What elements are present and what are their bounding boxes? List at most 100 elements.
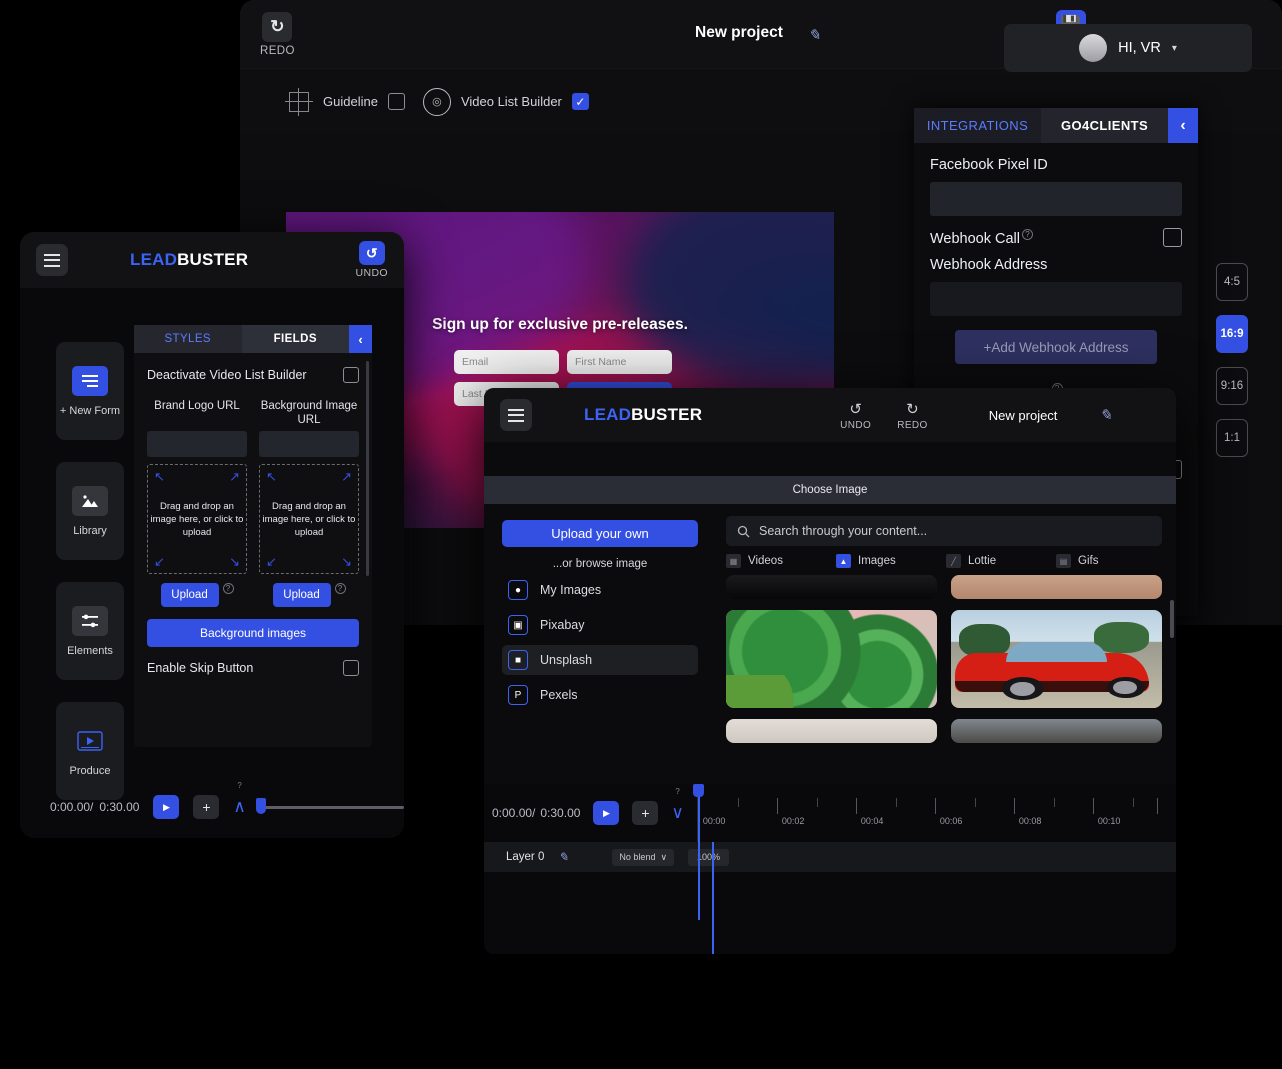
redo-icon: ↻ xyxy=(906,400,919,418)
help-icon[interactable]: ? xyxy=(237,781,241,790)
deactivate-vlb-checkbox[interactable] xyxy=(343,367,359,383)
check-glyph: ✓ xyxy=(575,94,586,109)
facebook-pixel-input[interactable] xyxy=(930,182,1182,216)
tab-styles[interactable]: STYLES xyxy=(134,325,242,353)
tab-go4clients[interactable]: GO4CLIENTS xyxy=(1041,108,1168,143)
source-pixabay[interactable]: ▣ Pixabay xyxy=(502,610,698,640)
media-type-tabs: ▦ Videos ▲ Images ╱ Lottie ▤ Gifs xyxy=(726,554,1162,568)
blend-mode-label: No blend xyxy=(619,852,656,862)
background-images-button[interactable]: Background images xyxy=(147,619,359,647)
play-button[interactable]: ▶ xyxy=(593,801,620,825)
thumbnail-hand-partial-bottom-left[interactable] xyxy=(726,719,937,743)
redo-button[interactable]: ↻ REDO xyxy=(897,400,928,431)
thumbnail-dark-partial-top-left[interactable] xyxy=(726,575,937,599)
redo-button[interactable]: ↻ REDO xyxy=(260,11,295,57)
results-scrollbar[interactable] xyxy=(1170,600,1174,638)
add-layer-button[interactable]: + xyxy=(632,801,659,825)
source-pexels[interactable]: P Pexels xyxy=(502,680,698,710)
pixabay-icon: ▣ xyxy=(508,615,528,635)
upload-your-own-button[interactable]: Upload your own xyxy=(502,520,698,547)
thumbnail-skin-partial-top-right[interactable] xyxy=(951,575,1162,599)
tab-images[interactable]: ▲ Images xyxy=(836,554,936,568)
preview-email-field[interactable]: Email xyxy=(454,350,559,374)
webhook-address-input[interactable] xyxy=(930,282,1182,316)
arrow-up-right-icon: ↗ xyxy=(229,469,240,484)
arrow-down-right-icon: ↘ xyxy=(341,554,352,569)
background-image-dropzone[interactable]: ↖ ↗ ↙ ↘ Drag and drop an image here, or … xyxy=(259,464,359,574)
tab-integrations[interactable]: INTEGRATIONS xyxy=(914,108,1041,143)
help-icon[interactable]: ? xyxy=(222,583,234,594)
enable-skip-checkbox[interactable] xyxy=(343,660,359,676)
source-unsplash[interactable]: ■ Unsplash xyxy=(502,645,698,675)
sidebar-label-new-form: + New Form xyxy=(59,404,121,417)
playhead[interactable] xyxy=(692,784,704,920)
fields-panel-body: Deactivate Video List Builder Brand Logo… xyxy=(134,353,372,690)
layer-opacity[interactable]: 100% xyxy=(688,848,730,866)
blend-mode-select[interactable]: No blend ∨ xyxy=(612,848,675,866)
timeline-scrubber[interactable] xyxy=(255,797,404,814)
timeline-layer-row[interactable]: Layer 0 ✎ No blend ∨ 100% xyxy=(484,842,1176,872)
aspect-ratio-16-9[interactable]: 16:9 xyxy=(1216,315,1248,353)
video-list-builder-checkbox[interactable]: ✓ xyxy=(571,93,589,110)
tab-label-gifs: Gifs xyxy=(1078,555,1099,567)
preview-firstname-field[interactable]: First Name xyxy=(567,350,672,374)
or-browse-label: ...or browse image xyxy=(552,558,648,570)
hamburger-icon[interactable] xyxy=(36,244,68,276)
pencil-icon[interactable]: ✎ xyxy=(808,26,821,44)
help-icon[interactable]: ? xyxy=(1022,228,1034,240)
tab-videos[interactable]: ▦ Videos xyxy=(726,554,826,568)
collapse-panel-button[interactable]: ‹ xyxy=(1168,108,1198,143)
webhook-call-checkbox[interactable] xyxy=(1163,228,1182,247)
thumbnail-red-sports-car[interactable] xyxy=(951,610,1162,708)
brand-logo-dropzone[interactable]: ↖ ↗ ↙ ↘ Drag and drop an image here, or … xyxy=(147,464,247,574)
brand-logo-input[interactable] xyxy=(147,431,247,457)
expand-timeline-caret[interactable]: ∧ xyxy=(233,797,245,816)
arrow-down-left-icon: ↙ xyxy=(154,554,165,569)
source-my-images[interactable]: ● My Images xyxy=(502,575,698,605)
add-webhook-address-button[interactable]: +Add Webhook Address xyxy=(955,330,1157,364)
sidebar-item-library[interactable]: Library xyxy=(56,462,124,560)
sidebar-item-new-form[interactable]: + New Form xyxy=(56,342,124,440)
timeline-tracks-area[interactable] xyxy=(484,872,1176,954)
playhead-handle[interactable] xyxy=(255,797,266,814)
background-image-input[interactable] xyxy=(259,431,359,457)
background-image-upload-button[interactable]: Upload xyxy=(272,583,331,607)
tab-fields[interactable]: FIELDS xyxy=(241,325,349,353)
timeline-total-time: 0:30.00 xyxy=(99,800,140,814)
aspect-ratio-9-16[interactable]: 9:16 xyxy=(1216,367,1248,405)
background-image-dropzone-text: Drag and drop an image here, or click to… xyxy=(262,500,356,538)
redo-icon: ↻ xyxy=(262,11,293,42)
help-icon[interactable]: ? xyxy=(675,787,679,796)
timeline-ruler[interactable]: 00:00 00:02 00:04 00:06 00:08 00:10 xyxy=(692,784,1176,920)
pencil-icon[interactable]: ✎ xyxy=(558,850,568,864)
aspect-ratio-1-1[interactable]: 1:1 xyxy=(1216,419,1248,457)
collapse-fields-panel-button[interactable]: ‹ xyxy=(349,325,372,353)
tab-gifs[interactable]: ▤ Gifs xyxy=(1056,554,1156,568)
brand-logo-upload-button[interactable]: Upload xyxy=(160,583,219,607)
collapse-timeline-caret[interactable]: ∨ xyxy=(671,803,683,822)
integrations-tabs: INTEGRATIONS GO4CLIENTS ‹ xyxy=(914,108,1198,143)
pencil-icon[interactable]: ✎ xyxy=(1099,406,1112,424)
tab-lottie[interactable]: ╱ Lottie xyxy=(946,554,1046,568)
sidebar-item-elements[interactable]: Elements xyxy=(56,582,124,680)
user-menu[interactable]: HI, VR ▾ xyxy=(1004,24,1252,72)
thumbnail-mountain-partial-bottom-right[interactable] xyxy=(951,719,1162,743)
tab-label-lottie: Lottie xyxy=(968,555,997,567)
aspect-ratio-4-5[interactable]: 4:5 xyxy=(1216,263,1248,301)
webhook-call-label: Webhook Call? xyxy=(930,228,1034,246)
hamburger-icon[interactable] xyxy=(500,399,532,431)
panel-scrollbar[interactable] xyxy=(366,361,369,576)
search-input[interactable]: Search through your content... xyxy=(759,524,927,538)
produce-video-icon xyxy=(72,726,108,756)
brand-buster: BUSTER xyxy=(177,250,249,269)
help-icon[interactable]: ? xyxy=(334,583,346,594)
guideline-checkbox[interactable] xyxy=(387,93,405,110)
search-bar[interactable]: Search through your content... xyxy=(726,516,1162,546)
play-button[interactable]: ▶ xyxy=(153,795,180,819)
undo-button[interactable]: ↺ UNDO xyxy=(355,241,388,279)
add-layer-button[interactable]: + xyxy=(193,795,220,819)
undo-button[interactable]: ↺ UNDO xyxy=(840,400,871,431)
thumbnail-green-ceramic-plates[interactable] xyxy=(726,610,937,708)
video-list-builder-icon: ◎ xyxy=(422,87,451,116)
brand-logo-label: Brand Logo URL xyxy=(154,400,240,412)
